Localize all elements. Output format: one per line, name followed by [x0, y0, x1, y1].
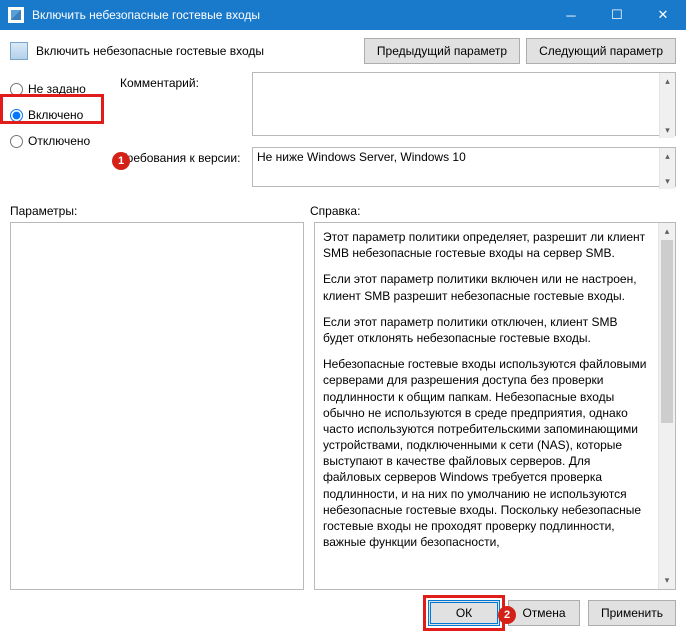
maximize-button[interactable]: ☐	[594, 0, 640, 30]
header-left: Включить небезопасные гостевые входы	[10, 38, 354, 60]
nav-buttons: Предыдущий параметр Следующий параметр	[364, 38, 676, 64]
help-panel: Этот параметр политики определяет, разре…	[314, 222, 676, 590]
scroll-down-icon[interactable]: ▾	[660, 122, 675, 138]
header-row: Включить небезопасные гостевые входы Пре…	[10, 38, 676, 64]
scroll-up-icon[interactable]: ▴	[659, 223, 675, 240]
cancel-button[interactable]: Отмена	[508, 600, 580, 626]
comment-row: Комментарий: ▴ ▾	[120, 72, 676, 139]
help-label: Справка:	[310, 204, 676, 218]
callout-2: 2	[498, 606, 516, 624]
minimize-button[interactable]: ─	[548, 0, 594, 30]
scroll-down-icon[interactable]: ▾	[660, 173, 675, 189]
radio-not-configured-input[interactable]	[10, 83, 23, 96]
help-text: Этот параметр политики определяет, разре…	[315, 223, 658, 589]
comment-textarea[interactable]	[252, 72, 676, 136]
help-p3: Если этот параметр политики отключен, кл…	[323, 314, 650, 346]
fields-column: Комментарий: ▴ ▾ Требования к версии: ▴ …	[120, 72, 676, 190]
parameters-label: Параметры:	[10, 204, 310, 218]
radio-disabled[interactable]: Отключено	[10, 128, 108, 154]
help-p1: Этот параметр политики определяет, разре…	[323, 229, 650, 261]
footer-buttons: ОК Отмена Применить	[10, 590, 676, 626]
window-title: Включить небезопасные гостевые входы	[32, 8, 548, 22]
radio-enabled[interactable]: Включено	[10, 102, 108, 128]
help-scrollbar[interactable]: ▴ ▾	[658, 223, 675, 589]
scroll-down-icon[interactable]: ▾	[659, 572, 675, 589]
scroll-up-icon[interactable]: ▴	[660, 148, 675, 164]
radio-not-configured-label: Не задано	[28, 82, 86, 96]
config-row: Не задано Включено Отключено Комментарий…	[10, 72, 676, 190]
policy-icon	[10, 42, 28, 60]
comment-label: Комментарий:	[120, 72, 242, 139]
version-row: Требования к версии: ▴ ▾	[120, 147, 676, 190]
policy-window-icon	[8, 7, 24, 23]
radio-disabled-label: Отключено	[28, 134, 90, 148]
radio-not-configured[interactable]: Не задано	[10, 76, 108, 102]
help-p2: Если этот параметр политики включен или …	[323, 271, 650, 303]
version-textarea	[252, 147, 676, 187]
ok-button-wrap: ОК	[428, 600, 500, 626]
scroll-thumb[interactable]	[661, 240, 673, 423]
scroll-up-icon[interactable]: ▴	[660, 73, 675, 89]
scroll-track[interactable]	[659, 240, 675, 572]
version-label: Требования к версии:	[120, 147, 242, 190]
ok-button[interactable]: ОК	[428, 600, 500, 626]
version-wrap: ▴ ▾	[252, 147, 676, 190]
comment-wrap: ▴ ▾	[252, 72, 676, 139]
callout-1: 1	[112, 152, 130, 170]
middle-panels: Этот параметр политики определяет, разре…	[10, 222, 676, 590]
content-area: Включить небезопасные гостевые входы Пре…	[0, 30, 686, 636]
previous-setting-button[interactable]: Предыдущий параметр	[364, 38, 520, 64]
titlebar-buttons: ─ ☐ ✕	[548, 0, 686, 30]
comment-scrollbar[interactable]: ▴ ▾	[659, 73, 675, 138]
radio-enabled-label: Включено	[28, 108, 83, 122]
help-p4: Небезопасные гостевые входы используются…	[323, 356, 650, 550]
policy-title: Включить небезопасные гостевые входы	[36, 44, 264, 58]
next-setting-button[interactable]: Следующий параметр	[526, 38, 676, 64]
version-scrollbar[interactable]: ▴ ▾	[659, 148, 675, 189]
radio-disabled-input[interactable]	[10, 135, 23, 148]
parameters-panel	[10, 222, 304, 590]
titlebar: Включить небезопасные гостевые входы ─ ☐…	[0, 0, 686, 30]
apply-button[interactable]: Применить	[588, 600, 676, 626]
radio-column: Не задано Включено Отключено	[10, 72, 108, 190]
section-labels: Параметры: Справка:	[10, 204, 676, 218]
radio-enabled-input[interactable]	[10, 109, 23, 122]
close-button[interactable]: ✕	[640, 0, 686, 30]
